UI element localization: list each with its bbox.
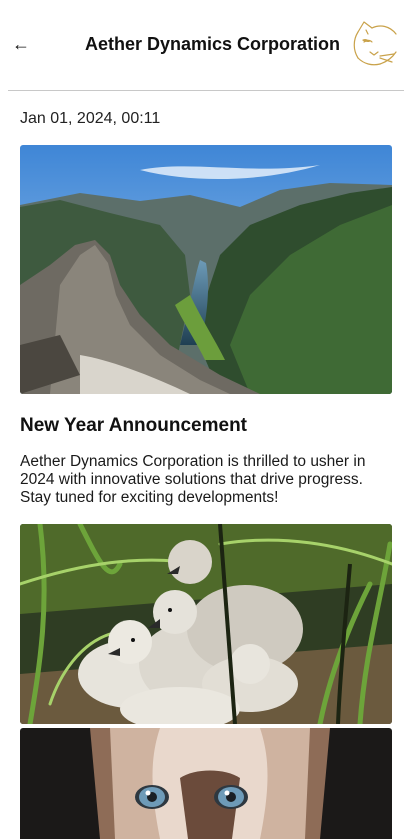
back-arrow-icon: ← xyxy=(12,34,30,54)
post-title: New Year Announcement xyxy=(20,415,248,436)
fjord-landscape-image xyxy=(20,145,392,394)
app-header: ← Aether Dynamics Corporation xyxy=(0,0,412,90)
cygnets-in-grass-image xyxy=(20,524,392,724)
cat-head-logo-icon xyxy=(350,18,400,70)
header-title: Aether Dynamics Corporation xyxy=(85,34,341,54)
siamese-kitten-image xyxy=(20,728,392,839)
back-button[interactable]: ← xyxy=(12,31,32,57)
post-body: Aether Dynamics Corporation is thrilled … xyxy=(20,453,366,506)
post-date: Jan 01, 2024, 00:11 xyxy=(20,110,161,127)
header-divider xyxy=(8,90,404,91)
